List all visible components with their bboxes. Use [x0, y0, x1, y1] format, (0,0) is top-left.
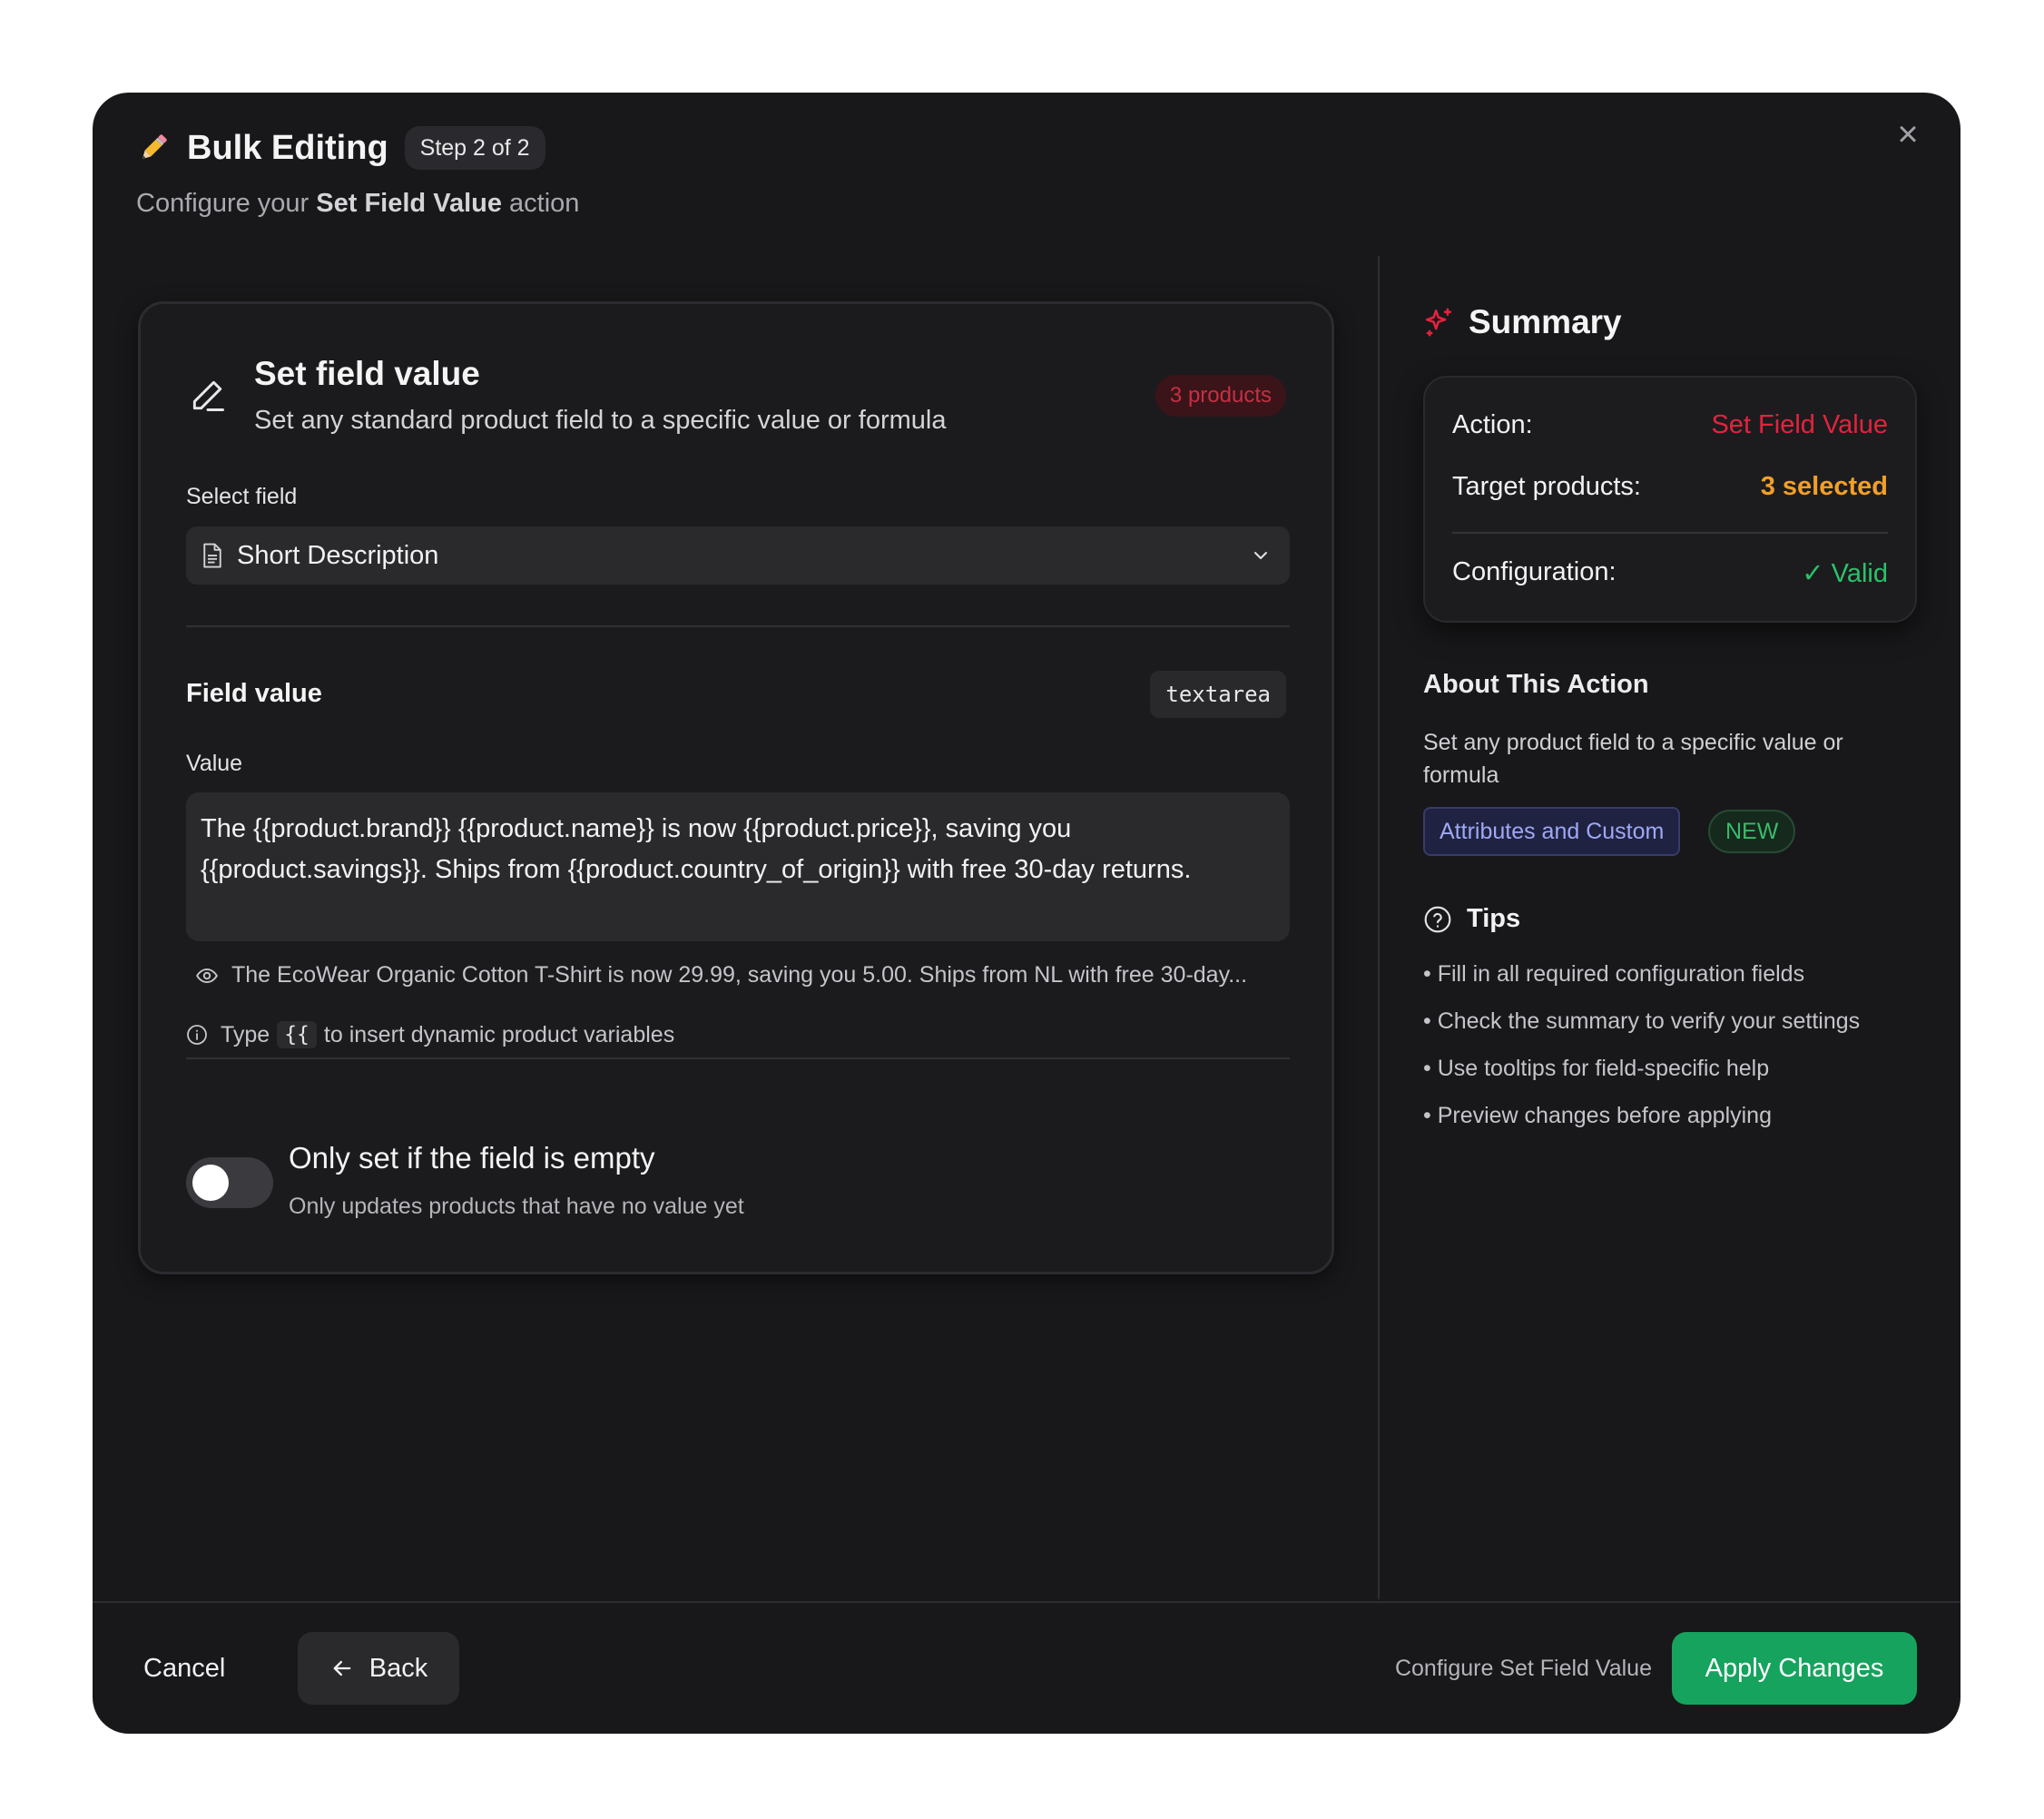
sparkles-icon	[1425, 308, 1452, 337]
subtitle-prefix: Configure your	[136, 189, 317, 218]
only-if-empty-toggle[interactable]	[186, 1157, 273, 1208]
close-icon[interactable]: ×	[1890, 116, 1926, 152]
tips-title: Tips	[1467, 904, 1521, 933]
edit-pencil-icon	[192, 380, 224, 411]
hint-code: {{	[277, 1021, 317, 1048]
summary-title: Summary	[1469, 303, 1622, 340]
document-icon	[203, 543, 221, 568]
subtitle-suffix: action	[501, 189, 580, 218]
modal-subtitle: Configure your Set Field Value action	[136, 189, 579, 219]
value-label: Value	[186, 751, 243, 776]
back-button[interactable]: Back	[298, 1632, 459, 1705]
card-title: Set field value	[254, 355, 480, 392]
bulk-edit-modal: × Bulk Editing Step 2 of 2 Configure you…	[93, 93, 1960, 1734]
step-badge: Step 2 of 2	[404, 126, 545, 170]
selected-field-value: Short Description	[237, 540, 439, 570]
field-type-tag: textarea	[1150, 671, 1286, 718]
card-description: Set any standard product field to a spec…	[254, 406, 947, 435]
variables-hint: Type {{ to insert dynamic product variab…	[186, 1021, 674, 1048]
summary-divider	[1452, 532, 1888, 534]
vertical-divider	[1378, 256, 1380, 1599]
summary-config-value: ✓ Valid	[1802, 559, 1888, 588]
subtitle-action-name: Set Field Value	[316, 189, 502, 218]
value-text-line-2: {{product.savings}}. Ships from {{produc…	[201, 855, 1192, 884]
section-divider	[186, 1057, 1290, 1059]
action-config-card: Set field value Set any standard product…	[138, 301, 1334, 1274]
back-label: Back	[369, 1653, 428, 1683]
pencil-emoji-icon	[142, 134, 167, 160]
value-text-line-1: The {{product.brand}} {{product.name}} i…	[201, 814, 1072, 843]
tips-list: • Fill in all required configuration fie…	[1423, 961, 1860, 1150]
field-select-dropdown[interactable]: Short Description	[186, 526, 1290, 585]
value-preview: The EcoWear Organic Cotton T-Shirt is no…	[195, 962, 1247, 988]
footer-status-text: Configure Set Field Value	[1394, 1656, 1652, 1681]
summary-action-row: Action: Set Field Value	[1452, 410, 1888, 440]
tip-item: • Fill in all required configuration fie…	[1423, 961, 1805, 987]
tips-header: Tips	[1423, 904, 1520, 934]
tip-item: • Check the summary to verify your setti…	[1423, 1008, 1861, 1034]
hint-suffix: to insert dynamic product variables	[323, 1021, 675, 1047]
summary-action-label: Action:	[1452, 410, 1533, 439]
modal-header: Bulk Editing Step 2 of 2 Configure your …	[136, 125, 579, 219]
about-description: Set any product field to a specific valu…	[1423, 730, 1843, 788]
eye-icon	[196, 968, 218, 983]
modal-title: Bulk Editing	[187, 128, 388, 167]
preview-text: The EcoWear Organic Cotton T-Shirt is no…	[231, 962, 1248, 988]
field-value-heading: Field value	[186, 679, 322, 708]
arrow-left-icon	[333, 1660, 351, 1676]
summary-header: Summary	[1423, 303, 1622, 341]
summary-target-row: Target products: 3 selected	[1452, 472, 1888, 502]
info-icon	[187, 1025, 207, 1045]
tip-item: • Use tooltips for field-specific help	[1423, 1056, 1770, 1081]
cancel-button[interactable]: Cancel	[143, 1632, 225, 1705]
summary-target-label: Target products:	[1452, 472, 1641, 501]
chevron-down-icon	[1254, 552, 1267, 559]
summary-card: Action: Set Field Value Target products:…	[1423, 376, 1917, 623]
section-divider	[186, 625, 1290, 627]
new-badge: NEW	[1708, 810, 1796, 853]
modal-footer: Cancel Back Configure Set Field Value Ap…	[93, 1601, 1960, 1734]
summary-config-label: Configuration:	[1452, 557, 1617, 586]
select-field-label: Select field	[186, 484, 298, 509]
tip-item: • Preview changes before applying	[1423, 1103, 1772, 1128]
category-tag: Attributes and Custom	[1423, 807, 1681, 856]
toggle-title: Only set if the field is empty	[289, 1141, 655, 1175]
summary-target-value: 3 selected	[1760, 472, 1888, 501]
value-textarea[interactable]: The {{product.brand}} {{product.name}} i…	[186, 792, 1290, 941]
hint-prefix: Type	[221, 1021, 270, 1047]
summary-config-row: Configuration: ✓ Valid	[1452, 557, 1888, 589]
help-circle-icon	[1424, 906, 1451, 932]
summary-action-value: Set Field Value	[1711, 410, 1888, 439]
apply-changes-button[interactable]: Apply Changes	[1672, 1632, 1917, 1705]
toggle-subtitle: Only updates products that have no value…	[289, 1194, 744, 1219]
about-title: About This Action	[1423, 670, 1649, 699]
toggle-knob	[192, 1165, 229, 1201]
products-count-badge: 3 products	[1155, 375, 1286, 417]
